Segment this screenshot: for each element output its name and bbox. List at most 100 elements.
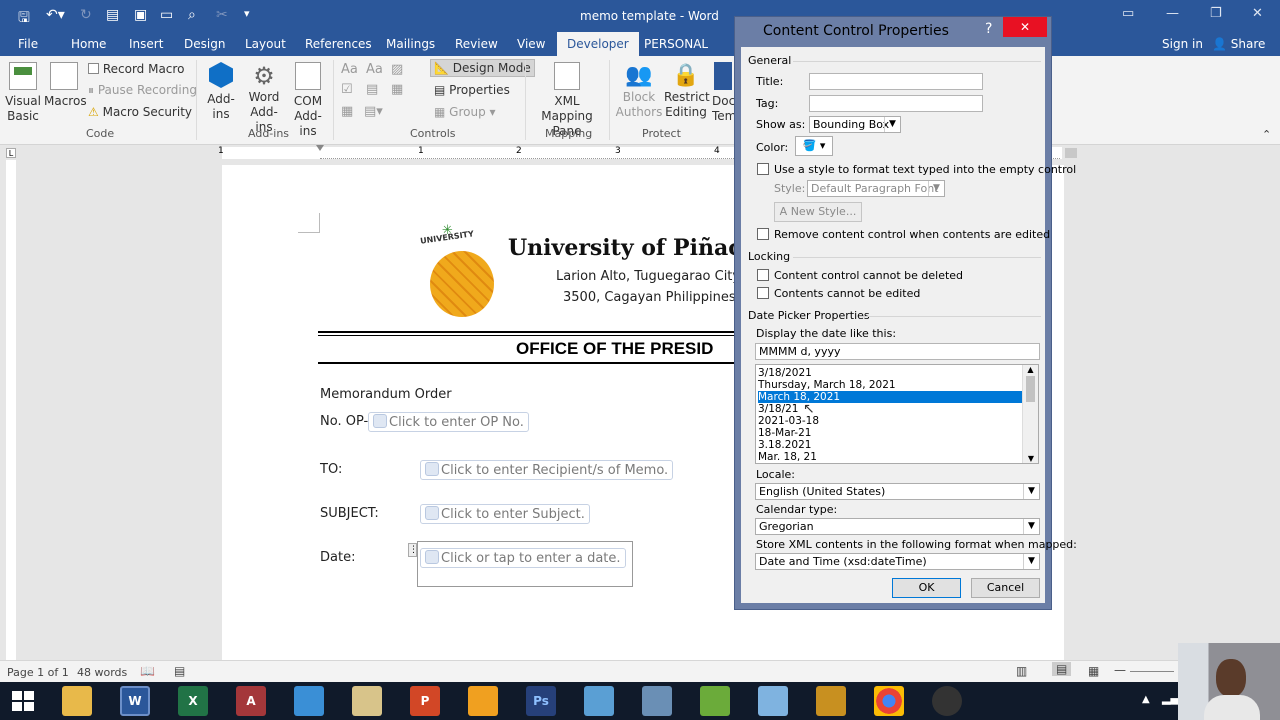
chart-app-icon[interactable] xyxy=(700,686,730,716)
paint-icon[interactable] xyxy=(352,686,382,716)
zoom-out-icon[interactable]: — xyxy=(1114,663,1126,677)
tab-references[interactable]: References xyxy=(305,37,372,51)
pen-tool-icon[interactable] xyxy=(758,686,788,716)
properties-button[interactable]: ▤ Properties xyxy=(434,83,510,97)
remote-desktop-icon[interactable] xyxy=(294,686,324,716)
tab-developer[interactable]: Developer xyxy=(557,32,639,56)
macros-button[interactable]: Macros xyxy=(44,62,87,109)
excel-icon[interactable]: X xyxy=(178,686,208,716)
date-format-option[interactable]: Mar. 18, 21 xyxy=(758,451,817,463)
tab-design[interactable]: Design xyxy=(184,37,225,51)
proofing-icon[interactable]: 📖 xyxy=(140,664,155,678)
use-style-checkbox[interactable] xyxy=(757,163,769,175)
store-xml-select[interactable]: Date and Time (xsd:dateTime) ▼ xyxy=(755,553,1040,570)
media-player-icon[interactable] xyxy=(468,686,498,716)
locale-select[interactable]: English (United States) ▼ xyxy=(755,483,1040,500)
add-ins-button[interactable]: Add-ins xyxy=(204,62,238,122)
date-format-option[interactable]: 3/18/2021 xyxy=(758,367,812,379)
chrome-icon[interactable] xyxy=(874,686,904,716)
tab-mailings[interactable]: Mailings xyxy=(386,37,435,51)
tab-review[interactable]: Review xyxy=(455,37,498,51)
network-icon[interactable] xyxy=(584,686,614,716)
file-explorer-icon[interactable] xyxy=(62,686,92,716)
scroll-up-icon[interactable]: ▲ xyxy=(1023,365,1038,374)
share-button[interactable]: 👤 Share xyxy=(1212,37,1265,51)
building-block-control-icon[interactable]: ▤▾ xyxy=(364,104,383,119)
tab-personal[interactable]: PERSONAL xyxy=(644,37,708,51)
tab-insert[interactable]: Insert xyxy=(129,37,163,51)
customize-qat-icon[interactable]: ▾ xyxy=(244,7,250,20)
powerpoint-icon[interactable]: P xyxy=(410,686,440,716)
cannot-edit-checkbox[interactable] xyxy=(757,287,769,299)
close-icon[interactable]: ✕ xyxy=(1252,6,1263,21)
photoshop-icon[interactable]: Ps xyxy=(526,686,556,716)
start-button[interactable] xyxy=(12,691,34,711)
archive-icon[interactable] xyxy=(816,686,846,716)
show-as-select[interactable]: Bounding Box ▼ xyxy=(809,116,901,133)
checkbox-control-icon[interactable]: ☑ xyxy=(341,82,353,97)
sign-in-link[interactable]: Sign in xyxy=(1162,37,1203,51)
indent-marker[interactable] xyxy=(316,145,324,159)
date-format-input[interactable]: MMMM d, yyyy xyxy=(755,343,1040,360)
date-picker-control-icon[interactable]: ▦ xyxy=(391,82,403,97)
picture-control-icon[interactable]: ▨ xyxy=(391,62,403,77)
zoom-slider[interactable] xyxy=(1130,671,1174,672)
tray-expand-icon[interactable]: ▲ xyxy=(1142,694,1150,705)
visual-basic-button[interactable]: Visual Basic xyxy=(4,62,42,124)
scroll-thumb[interactable] xyxy=(1026,376,1035,402)
collapse-ribbon-icon[interactable]: ⌃ xyxy=(1262,128,1271,141)
date-format-option-selected[interactable]: March 18, 2021 xyxy=(758,391,1022,403)
word-add-ins-button[interactable]: ⚙ Word Add-ins xyxy=(242,62,286,135)
com-add-ins-button[interactable]: COM Add-ins xyxy=(286,62,330,139)
record-macro-button[interactable]: Record Macro xyxy=(88,62,184,76)
date-format-option[interactable]: 3.18.2021 xyxy=(758,439,811,451)
macro-record-icon[interactable]: ▤ xyxy=(174,664,185,678)
help-button[interactable]: ? xyxy=(985,21,992,37)
subject-control[interactable]: Click to enter Subject. xyxy=(420,504,590,524)
recipient-control[interactable]: Click to enter Recipient/s of Memo. xyxy=(420,460,674,480)
tab-home[interactable]: Home xyxy=(71,37,106,51)
date-picker-control[interactable]: Click or tap to enter a date. xyxy=(420,548,626,568)
color-picker-button[interactable]: 🪣 ▾ xyxy=(795,136,833,156)
obs-icon[interactable] xyxy=(932,686,962,716)
restrict-editing-button[interactable]: 🔒 Restrict Editing xyxy=(664,62,710,120)
word-taskbar-icon[interactable]: W xyxy=(120,686,150,716)
macro-security-button[interactable]: ⚠ Macro Security xyxy=(88,105,192,119)
date-format-option[interactable]: 3/18/21 xyxy=(758,403,798,415)
calendar-type-select[interactable]: Gregorian ▼ xyxy=(755,518,1040,535)
minimize-icon[interactable]: — xyxy=(1166,6,1179,21)
vertical-ruler[interactable] xyxy=(6,160,16,660)
find-icon[interactable]: ⌕ xyxy=(188,7,196,23)
date-format-list[interactable]: 3/18/2021 Thursday, March 18, 2021 March… xyxy=(755,364,1039,464)
print-layout-icon[interactable]: ▤ xyxy=(1052,662,1072,676)
remove-control-checkbox[interactable] xyxy=(757,228,769,240)
tab-selector-icon[interactable]: L xyxy=(6,148,16,158)
maximize-icon[interactable]: ❐ xyxy=(1210,6,1222,21)
date-format-option[interactable]: Thursday, March 18, 2021 xyxy=(758,379,896,391)
cancel-button[interactable]: Cancel xyxy=(971,578,1040,598)
save-icon[interactable]: 🖫 xyxy=(18,7,30,31)
word-count[interactable]: 48 words xyxy=(77,666,127,679)
combo-box-control-icon[interactable]: ▤ xyxy=(366,82,378,97)
tab-file[interactable]: File xyxy=(18,37,38,51)
ok-button[interactable]: OK xyxy=(892,578,961,598)
scroll-down-icon[interactable]: ▼ xyxy=(1023,454,1038,463)
op-number-control[interactable]: Click to enter OP No. xyxy=(368,412,529,432)
vertical-scrollbar[interactable] xyxy=(1065,148,1077,158)
dialog-close-button[interactable]: ✕ xyxy=(1003,17,1047,37)
access-icon[interactable]: A xyxy=(236,686,266,716)
open-folder-icon[interactable]: ▭ xyxy=(160,7,173,23)
plain-text-control-icon[interactable]: Aa xyxy=(366,62,383,77)
new-doc-icon[interactable]: ▤ xyxy=(106,7,119,23)
read-mode-icon[interactable]: ▥ xyxy=(1016,664,1027,678)
dialog-title-bar[interactable]: Content Control Properties ? ✕ xyxy=(735,17,1051,45)
list-scrollbar[interactable]: ▲ ▼ xyxy=(1022,365,1038,463)
undo-icon[interactable]: ↶▾ xyxy=(46,7,65,23)
web-layout-icon[interactable]: ▦ xyxy=(1088,664,1099,678)
page-count[interactable]: Page 1 of 1 xyxy=(7,666,69,679)
document-template-button[interactable]: Doc Tem xyxy=(712,62,734,124)
print-preview-icon[interactable]: ▣ xyxy=(134,7,147,23)
rich-text-control-icon[interactable]: Aa xyxy=(341,62,358,77)
title-input[interactable] xyxy=(809,73,983,90)
tab-layout[interactable]: Layout xyxy=(245,37,286,51)
